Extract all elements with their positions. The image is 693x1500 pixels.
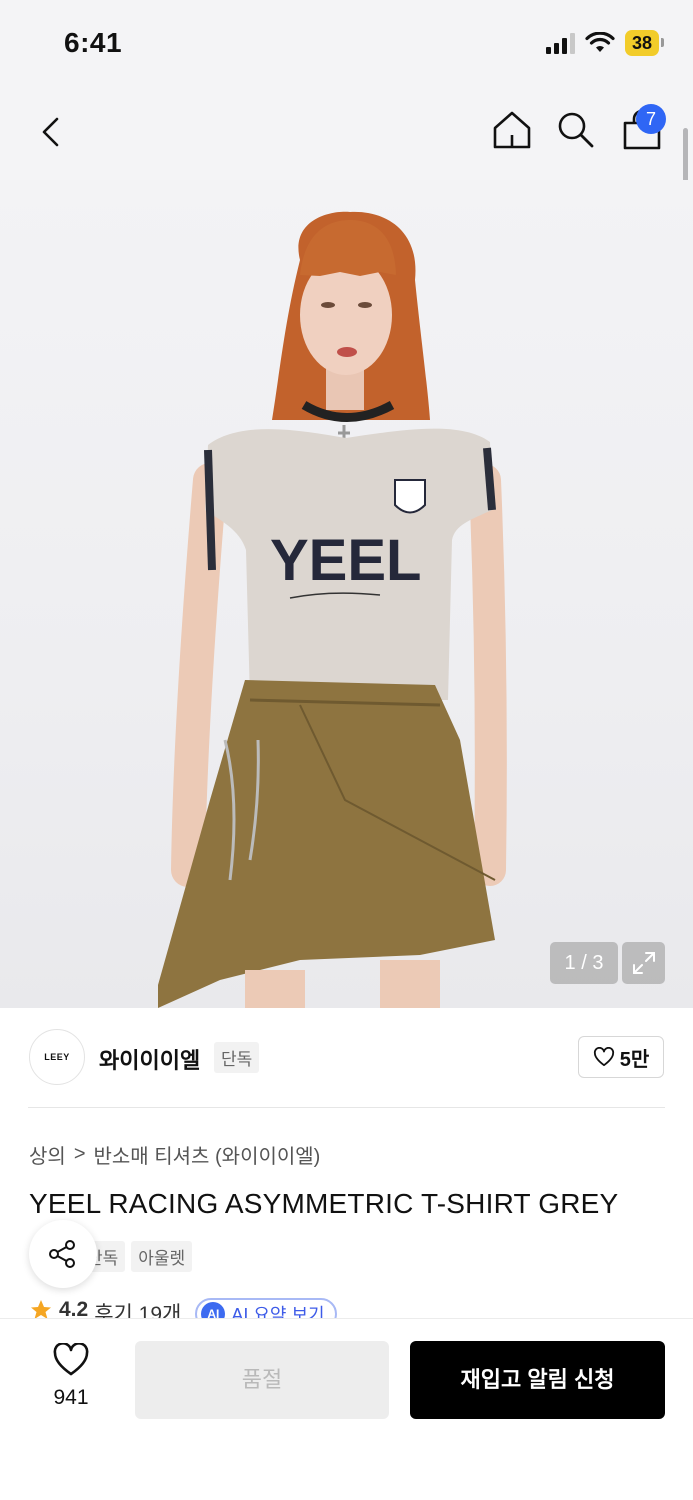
breadcrumb-separator: > (73, 1143, 86, 1165)
svg-text:YEEL: YEEL (270, 528, 422, 593)
share-button[interactable] (29, 1220, 97, 1288)
divider (28, 1107, 665, 1108)
review-count[interactable]: 후기 19개 (94, 1298, 181, 1320)
back-arrow-icon[interactable] (30, 110, 74, 154)
home-icon[interactable] (490, 108, 534, 152)
wifi-icon (585, 32, 615, 52)
status-icons: 38 (545, 30, 665, 56)
brand-logo[interactable]: LEEY (29, 1029, 85, 1085)
expand-icon (632, 952, 655, 974)
brand-like-count: 5만 (619, 1048, 650, 1071)
rating-row: 4.2 후기 19개 AI AI 요약 보기 (29, 1298, 337, 1320)
brand-like-button[interactable]: 5만 (578, 1036, 664, 1078)
breadcrumb-subcategory[interactable]: 반소매 티셔츠 (와이이이엘) (94, 1140, 321, 1169)
tag-outlet: 아울렛 (131, 1241, 193, 1272)
wishlist-button[interactable]: 941 (38, 1342, 104, 1410)
breadcrumb: 상의 > 반소매 티셔츠 (와이이이엘) (29, 1140, 320, 1169)
wishlist-count: 941 (53, 1386, 89, 1409)
top-navigation (0, 90, 693, 180)
brand-name[interactable]: 와이이이엘 (99, 1043, 200, 1075)
star-icon (31, 1300, 51, 1319)
product-image[interactable]: YEEL 1 / 3 (0, 180, 693, 1008)
breadcrumb-category[interactable]: 상의 (29, 1140, 66, 1169)
heart-outline-icon (53, 1342, 89, 1376)
status-bar: 6:41 38 (0, 0, 693, 90)
ai-summary-button[interactable]: AI AI 요약 보기 (195, 1298, 337, 1320)
bottom-action-bar: 941 품절 재입고 알림 신청 (0, 1318, 693, 1500)
soldout-button: 품절 (135, 1341, 389, 1419)
share-icon (49, 1240, 75, 1268)
rating-value: 4.2 (59, 1298, 89, 1320)
product-photo: YEEL (158, 211, 507, 1008)
heart-icon (593, 1047, 614, 1067)
brand-row: LEEY 와이이이엘 단독 5만 (0, 1008, 693, 1108)
restock-alert-button[interactable]: 재입고 알림 신청 (410, 1341, 665, 1419)
expand-image-button[interactable] (622, 942, 665, 984)
product-title: YEEL RACING ASYMMETRIC T-SHIRT GREY (29, 1188, 619, 1219)
gallery-page-indicator: 1 / 3 (550, 942, 618, 984)
search-icon[interactable] (554, 108, 598, 152)
cart-count-badge: 7 (636, 104, 666, 134)
exclusive-badge: 단독 (214, 1042, 260, 1073)
cellular-signal-icon (545, 32, 575, 54)
status-time: 6:41 (64, 27, 123, 58)
battery-indicator: 38 (624, 30, 665, 56)
